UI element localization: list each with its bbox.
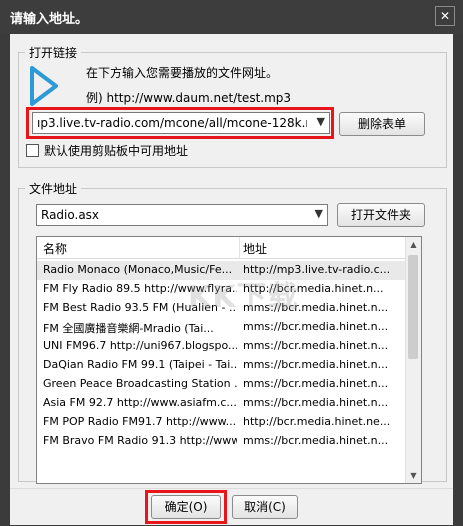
file-value: Radio.asx [41,208,100,222]
item-address: mms://bcr.media.hinet.n... [243,339,389,352]
column-header-name[interactable]: 名称 [43,240,67,257]
item-name: Green Peace Broadcasting Station ... [43,377,237,390]
clear-form-button[interactable]: 删除表单 [339,112,425,136]
file-address-legend: 文件地址 [29,182,78,196]
list-item[interactable]: UNI FM96.7 http://uni967.blogspo... mms:… [37,337,407,356]
list-item[interactable]: FM 全國廣播音樂網-Mradio (Tai... mms://bcr.medi… [37,318,407,337]
list-scrollbar[interactable]: ▲ ▼ [405,237,421,483]
open-link-legend: 打开链接 [29,46,78,60]
item-address: http://bcr.media.hinet.ne... [243,415,391,428]
item-address: mms://bcr.media.hinet.n... [243,377,389,390]
open-link-hint: 在下方输入您需要播放的文件网址。 [86,66,279,80]
list-item[interactable]: FM Bravo FM Radio 91.3 http://www... mms… [37,432,407,451]
column-divider[interactable] [239,237,240,258]
clipboard-checkbox-label: 默认使用剪贴板中可用地址 [44,144,189,158]
scroll-down-icon[interactable]: ▼ [406,468,421,483]
watermark-logo: KK下载 [188,280,299,315]
item-address: mms://bcr.media.hinet.n... [243,320,389,333]
open-folder-button[interactable]: 打开文件夹 [337,203,425,227]
open-link-example: 例) http://www.daum.net/test.mp3 [86,91,292,105]
url-highlight-frame [26,107,334,139]
item-name: UNI FM96.7 http://uni967.blogspo... [43,339,237,352]
cancel-button[interactable]: 取消(C) [232,495,298,519]
scroll-thumb[interactable] [408,255,418,359]
title-bar: 请输入地址。 ✕ [0,0,463,34]
item-name: FM POP Radio FM91.7 http://www... [43,415,237,428]
scroll-up-icon[interactable]: ▲ [406,237,421,252]
list-item[interactable]: Asia FM 92.7 http://www.asiafm.c... mms:… [37,394,407,413]
item-name: Asia FM 92.7 http://www.asiafm.c... [43,396,237,409]
item-address: mms://bcr.media.hinet.n... [243,358,389,371]
item-address: mms://bcr.media.hinet.n... [243,434,389,447]
chevron-down-icon[interactable]: ▼ [315,207,323,220]
dialog-title: 请输入地址。 [10,12,89,27]
list-item[interactable]: DaQian Radio FM 99.1 (Taipei - Tai... mm… [37,356,407,375]
item-name: DaQian Radio FM 99.1 (Taipei - Tai... [43,358,237,371]
item-address: mms://bcr.media.hinet.n... [243,396,389,409]
list-item[interactable]: Green Peace Broadcasting Station ... mms… [37,375,407,394]
column-header-address[interactable]: 地址 [243,240,267,257]
list-item[interactable]: FM POP Radio FM91.7 http://www... http:/… [37,413,407,432]
clipboard-checkbox[interactable] [26,144,39,157]
ok-highlight-frame [145,490,227,524]
item-name: FM 全國廣播音樂網-Mradio (Tai... [43,322,214,335]
clipboard-checkbox-row[interactable]: 默认使用剪贴板中可用地址 [26,142,188,159]
dialog-client: 打开链接 在下方输入您需要播放的文件网址。 例) http://www.daum… [10,34,453,525]
dialog-window: 请输入地址。 ✕ 打开链接 在下方输入您需要播放的文件网址。 例) http:/… [0,0,463,526]
list-header: 名称 地址 [37,237,407,259]
close-icon[interactable]: ✕ [435,6,455,26]
button-bar: 确定(O) 取消(C) [10,488,453,525]
file-combobox[interactable]: Radio.asx ▼ [36,204,328,226]
play-icon [30,66,58,106]
item-name: FM Bravo FM Radio 91.3 http://www... [43,434,237,447]
